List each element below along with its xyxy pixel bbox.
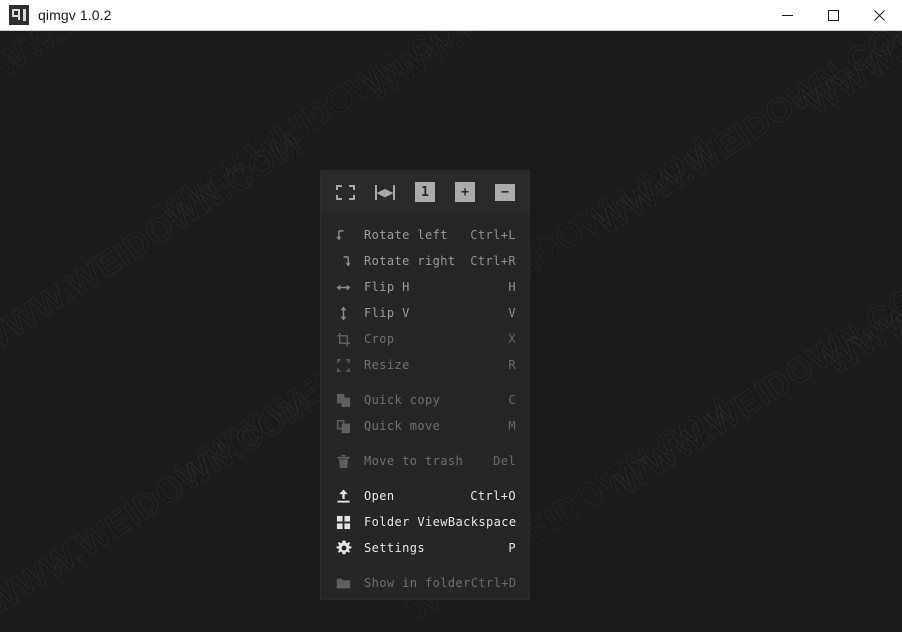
menu-item-folder-view[interactable]: Folder View Backspace [321,509,529,535]
menu-item-flip-h[interactable]: Flip H H [321,274,529,300]
fit-window-icon [336,185,355,200]
menu-item-open[interactable]: Open Ctrl+O [321,483,529,509]
menu-item-quick-copy[interactable]: Quick copy C [321,387,529,413]
rotate-left-icon [335,227,352,244]
zoom-toolbar: ◀▶ 1 + − [321,171,529,213]
menu-item-shortcut: M [508,419,516,433]
watermark-text: WWW.WEIDOWN.COM [0,31,300,104]
flip-vertical-icon [335,305,352,322]
maximize-button[interactable] [810,0,856,30]
watermark-text: WWW.WEIDOWN.COM [360,31,700,109]
zoom-in-button[interactable]: + [453,181,477,203]
watermark-text: WWW.WEIDOWN.COM [820,144,902,383]
menu-item-move-to-trash[interactable]: Move to trash Del [321,448,529,474]
menu-item-shortcut: C [508,393,516,407]
plus-icon: + [455,182,475,202]
menu-item-label: Rotate left [364,228,470,242]
menu-separator [321,561,529,570]
window-title: qimgv 1.0.2 [38,7,111,23]
watermark-text: WWW.WEIDOWN.COM [610,264,902,503]
one-to-one-icon: 1 [415,182,435,202]
zoom-out-button[interactable]: − [493,181,517,203]
minimize-button[interactable] [764,0,810,30]
menu-item-show-in-folder[interactable]: Show in folder Ctrl+D [321,570,529,596]
window-controls [764,0,902,30]
menu-item-shortcut: Del [493,454,516,468]
menu-item-crop[interactable]: Crop X [321,326,529,352]
menu-item-settings[interactable]: Settings P [321,535,529,561]
menu-item-label: Open [364,489,470,503]
menu-item-label: Move to trash [364,454,493,468]
folder-icon [335,575,352,592]
open-icon [335,488,352,505]
resize-icon [335,357,352,374]
grid-icon [335,514,352,531]
watermark-text: WWW.WEIDOWN.COM [800,31,902,124]
menu-item-label: Quick copy [364,393,508,407]
menu-item-label: Resize [364,358,508,372]
minus-icon: − [495,184,515,201]
menu-item-rotate-right[interactable]: Rotate right Ctrl+R [321,248,529,274]
app-icon-glyph-i [23,9,26,21]
menu-separator [321,378,529,387]
app-icon-glyph-q-tail [18,15,20,20]
menu-item-shortcut: Ctrl+R [470,254,516,268]
menu-item-label: Flip V [364,306,508,320]
fit-width-icon: ◀▶ [375,185,395,200]
watermark-text: WWW.WEIDOWN.COM [0,124,310,363]
title-bar: qimgv 1.0.2 [0,0,902,31]
menu-item-label: Crop [364,332,508,346]
menu-item-shortcut: H [508,280,516,294]
maximize-icon [827,9,840,22]
menu-item-shortcut: Ctrl+D [471,576,517,590]
menu-item-flip-v[interactable]: Flip V V [321,300,529,326]
menu-separator [321,439,529,448]
minimize-icon [781,9,794,22]
menu-item-shortcut: R [508,358,516,372]
menu-item-shortcut: V [508,306,516,320]
menu-item-quick-move[interactable]: Quick move M [321,413,529,439]
fit-width-button[interactable]: ◀▶ [373,181,397,203]
menu-item-label: Show in folder [364,576,471,590]
menu-item-resize[interactable]: Resize R [321,352,529,378]
menu-item-label: Settings [364,541,508,555]
rotate-right-icon [335,253,352,270]
close-button[interactable] [856,0,902,30]
menu-separator [321,474,529,483]
watermark-text: WWW.WEIDOWN.COM [0,384,320,623]
trash-icon [335,453,352,470]
menu-separator [321,213,529,222]
menu-item-shortcut: X [508,332,516,346]
close-icon [873,9,886,22]
menu-item-label: Rotate right [364,254,470,268]
application-window: qimgv 1.0.2 WWW.WEIDOWN.COM WWW [0,0,902,632]
move-icon [335,418,352,435]
gear-icon [335,540,352,557]
menu-item-rotate-left[interactable]: Rotate left Ctrl+L [321,222,529,248]
menu-item-label: Folder View [364,515,448,529]
menu-item-shortcut: Ctrl+L [470,228,516,242]
menu-item-label: Flip H [364,280,508,294]
fit-window-button[interactable] [333,181,357,203]
menu-item-shortcut: Ctrl+O [470,489,516,503]
flip-horizontal-icon [335,279,352,296]
context-menu: ◀▶ 1 + − Rotate left [321,171,529,599]
zoom-original-button[interactable]: 1 [413,181,437,203]
crop-icon [335,331,352,348]
menu-item-shortcut: P [508,541,516,555]
menu-item-label: Quick move [364,419,508,433]
copy-icon [335,392,352,409]
app-icon [9,5,29,25]
menu-item-shortcut: Backspace [448,515,517,529]
watermark-text: WWW.WEIDOWN.COM [590,31,902,244]
